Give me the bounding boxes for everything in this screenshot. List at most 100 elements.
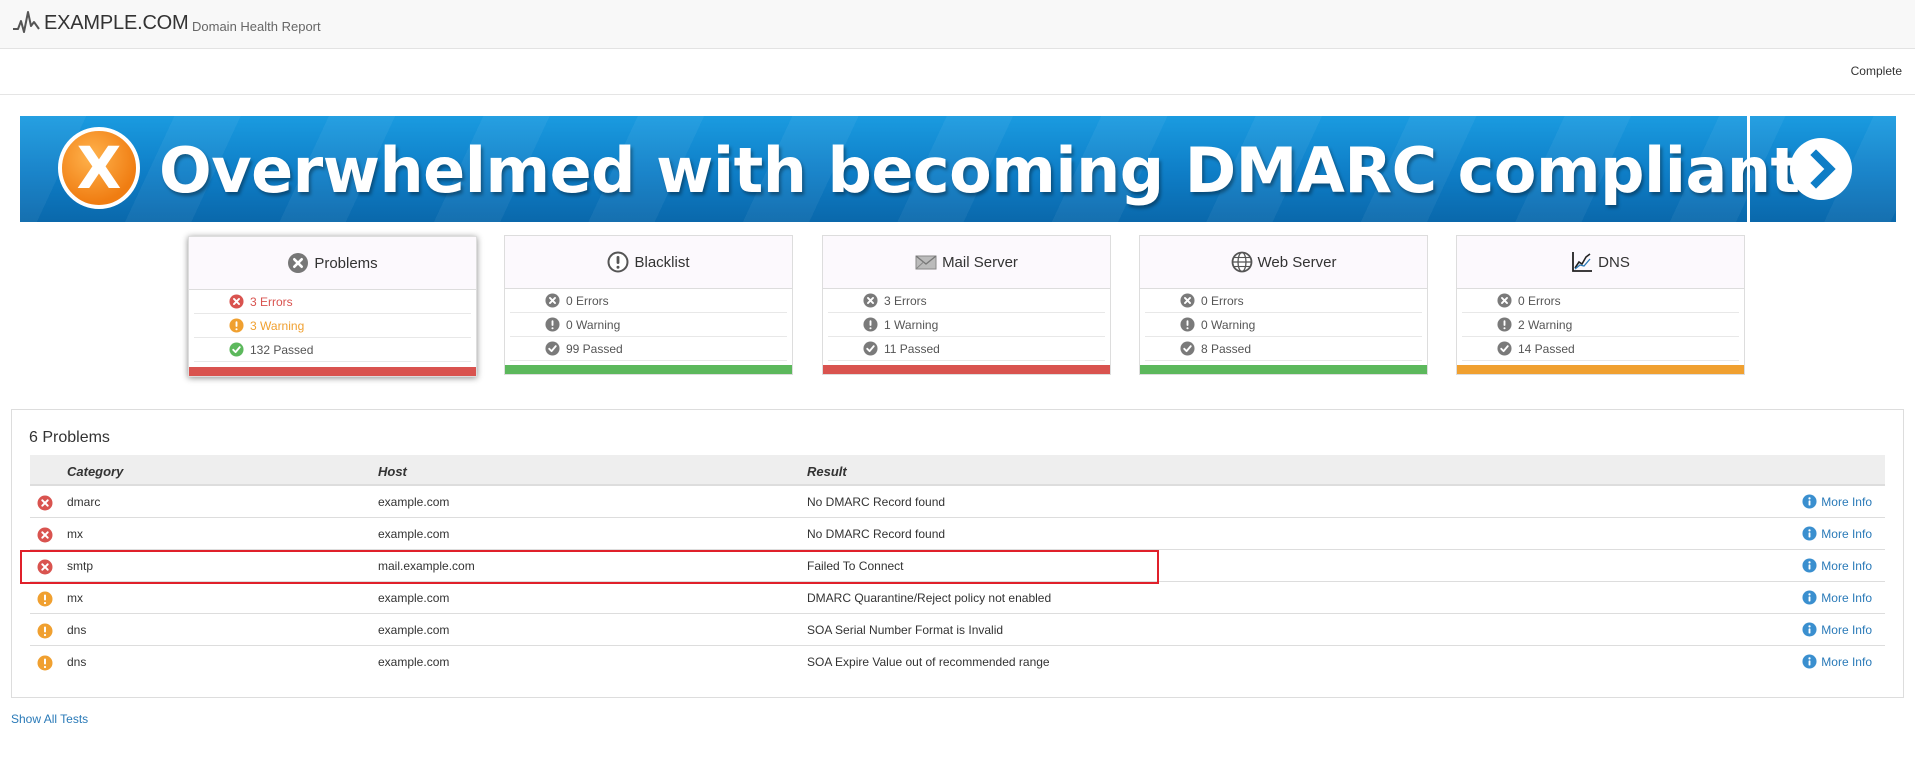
info-icon — [1802, 558, 1817, 573]
card-header: Blacklist — [505, 236, 792, 289]
cell-host: example.com — [378, 591, 450, 605]
column-header-host[interactable]: Host — [378, 464, 407, 479]
more-info-label: More Info — [1821, 590, 1872, 605]
check-icon — [229, 342, 244, 357]
error-icon — [545, 293, 560, 308]
show-all-tests-link[interactable]: Show All Tests — [11, 712, 88, 726]
cell-result: DMARC Quarantine/Reject policy not enabl… — [807, 591, 1052, 605]
x-circle-icon — [287, 252, 309, 274]
dmarc-ad-banner[interactable]: X Overwhelmed with becoming DMARC compli… — [20, 116, 1896, 222]
table-row: dns example.com SOA Serial Number Format i… — [30, 614, 1885, 646]
card-warnings-row: 3 Warning — [194, 314, 471, 338]
warning-icon — [37, 655, 53, 671]
card-warnings-row: 1 Warning — [828, 313, 1105, 337]
card-errors-row: 3 Errors — [194, 290, 471, 314]
warning-icon — [1497, 317, 1512, 332]
cell-category: dns — [67, 623, 87, 637]
envelope-icon — [915, 251, 937, 273]
arrow-right-circle-icon[interactable] — [1790, 138, 1852, 200]
summary-card-mail-server[interactable]: Mail Server 3 Errors 1 Warning 11 Passed — [822, 235, 1111, 375]
cell-result: Failed To Connect — [807, 559, 904, 573]
card-title: DNS — [1598, 253, 1630, 271]
card-warnings: 0 Warning — [1201, 317, 1256, 332]
card-warnings: 2 Warning — [1518, 317, 1573, 332]
card-errors-row: 0 Errors — [1462, 289, 1739, 313]
card-passed: 8 Passed — [1201, 341, 1252, 356]
more-info-label: More Info — [1821, 558, 1872, 573]
card-passed-row: 8 Passed — [1145, 337, 1422, 361]
more-info-link[interactable]: More Info — [1802, 622, 1872, 637]
column-header-result[interactable]: Result — [807, 464, 847, 479]
problems-panel: 6 Problems Category Host Result dmarc exa… — [11, 409, 1904, 698]
column-header-category[interactable]: Category — [67, 464, 123, 479]
table-row: mx example.com No DMARC Record found More I… — [30, 518, 1885, 550]
table-header: Category Host Result — [30, 455, 1885, 486]
card-status-bar — [1457, 365, 1744, 374]
card-title: Problems — [314, 254, 378, 272]
cell-category: dns — [67, 655, 87, 669]
card-header: Problems — [189, 237, 476, 290]
more-info-link[interactable]: More Info — [1802, 654, 1872, 669]
problems-title: 6 Problems — [29, 429, 110, 446]
more-info-link[interactable]: More Info — [1802, 494, 1872, 509]
card-passed-row: 132 Passed — [194, 338, 471, 362]
card-passed-row: 99 Passed — [510, 337, 787, 361]
cell-result: SOA Expire Value out of recommended rang… — [807, 655, 1050, 669]
summary-card-dns[interactable]: DNS 0 Errors 2 Warning 14 Passed — [1456, 235, 1745, 375]
table-row: smtp mail.example.com Failed To Connect Mor… — [30, 550, 1885, 582]
summary-card-web-server[interactable]: Web Server 0 Errors 0 Warning 8 Passed — [1139, 235, 1428, 375]
summary-card-problems[interactable]: Problems 3 Errors 3 Warning 132 Passed — [188, 236, 477, 377]
x-badge-letter: X — [76, 134, 122, 202]
warning-icon — [863, 317, 878, 332]
check-icon — [1180, 341, 1195, 356]
cell-category: smtp — [67, 559, 94, 573]
card-warnings-row: 0 Warning — [1145, 313, 1422, 337]
more-info-label: More Info — [1821, 622, 1872, 637]
cell-host: example.com — [378, 655, 450, 669]
status-bar: Complete — [0, 49, 1915, 95]
warning-icon — [37, 591, 53, 607]
card-errors: 0 Errors — [1518, 293, 1561, 308]
card-title: Web Server — [1257, 253, 1337, 271]
card-passed: 11 Passed — [884, 341, 940, 356]
card-errors: 0 Errors — [566, 293, 609, 308]
brand-name[interactable]: EXAMPLE.COM — [44, 12, 189, 35]
banner-headline: Overwhelmed with becoming DMARC complian… — [159, 134, 1836, 207]
card-passed-row: 14 Passed — [1462, 337, 1739, 361]
cell-result: SOA Serial Number Format is Invalid — [807, 623, 1004, 637]
error-icon — [37, 527, 53, 543]
error-icon — [37, 559, 53, 575]
card-errors-row: 0 Errors — [510, 289, 787, 313]
error-icon — [1497, 293, 1512, 308]
cell-category: mx — [67, 527, 83, 541]
more-info-link[interactable]: More Info — [1802, 558, 1872, 573]
cell-result: No DMARC Record found — [807, 527, 946, 541]
card-title: Mail Server — [942, 253, 1018, 271]
card-warnings-row: 0 Warning — [510, 313, 787, 337]
card-status-bar — [823, 365, 1110, 374]
check-icon — [1497, 341, 1512, 356]
card-errors-row: 3 Errors — [828, 289, 1105, 313]
more-info-link[interactable]: More Info — [1802, 526, 1872, 541]
more-info-link[interactable]: More Info — [1802, 590, 1872, 605]
summary-card-blacklist[interactable]: Blacklist 0 Errors 0 Warning 99 Passed — [504, 235, 793, 375]
card-warnings: 1 Warning — [884, 317, 939, 332]
cell-result: No DMARC Record found — [807, 495, 946, 509]
card-errors: 3 Errors — [884, 293, 927, 308]
warning-icon — [545, 317, 560, 332]
card-warnings-row: 2 Warning — [1462, 313, 1739, 337]
card-passed: 132 Passed — [250, 342, 314, 357]
info-icon — [1802, 622, 1817, 637]
status-label: Complete — [1850, 64, 1902, 78]
table-row: dns example.com SOA Expire Value out of re… — [30, 646, 1885, 678]
info-icon — [1802, 494, 1817, 509]
error-icon — [37, 495, 53, 511]
globe-icon — [1231, 251, 1253, 273]
more-info-label: More Info — [1821, 494, 1872, 509]
card-header: Mail Server — [823, 236, 1110, 289]
card-passed-row: 11 Passed — [828, 337, 1105, 361]
warning-icon — [229, 318, 244, 333]
heartbeat-logo-icon[interactable] — [12, 9, 40, 35]
warning-icon — [1180, 317, 1195, 332]
cell-category: dmarc — [67, 495, 101, 509]
